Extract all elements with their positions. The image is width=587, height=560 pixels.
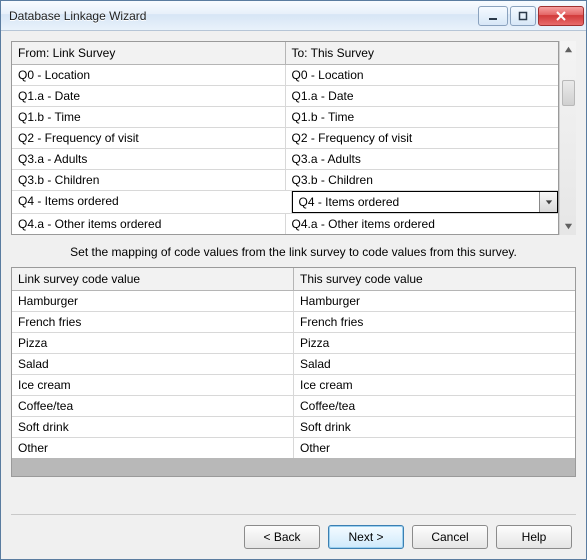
table-row[interactable]: Q3.a - AdultsQ3.a - Adults (12, 149, 558, 170)
next-button[interactable]: Next > (328, 525, 404, 549)
this-code-cell: Salad (294, 354, 575, 374)
table-row[interactable]: French friesFrench fries (12, 312, 575, 333)
divider (11, 514, 576, 515)
client-area: From: Link Survey To: This Survey Q0 - L… (1, 31, 586, 559)
table-header-row: Link survey code value This survey code … (12, 268, 575, 291)
table-row[interactable]: Coffee/teaCoffee/tea (12, 396, 575, 417)
combobox-value: Q4 - Items ordered (293, 195, 540, 209)
code-mapping-table: Link survey code value This survey code … (11, 267, 576, 477)
table-row[interactable]: SaladSalad (12, 354, 575, 375)
table-row[interactable]: PizzaPizza (12, 333, 575, 354)
from-cell: Q0 - Location (12, 65, 286, 85)
from-cell: Q2 - Frequency of visit (12, 128, 286, 148)
from-cell: Q4 - Items ordered (12, 191, 292, 213)
table-row[interactable]: OtherOther (12, 438, 575, 458)
table-header-row: From: Link Survey To: This Survey (12, 42, 558, 65)
from-cell: Q3.a - Adults (12, 149, 286, 169)
titlebar[interactable]: Database Linkage Wizard (1, 1, 586, 31)
code-mapping-body: HamburgerHamburgerFrench friesFrench fri… (12, 291, 575, 458)
from-cell: Q1.a - Date (12, 86, 286, 106)
to-cell: Q3.a - Adults (286, 149, 559, 169)
to-cell: Q3.b - Children (286, 170, 559, 190)
to-question-combobox[interactable]: Q4 - Items ordered (292, 191, 559, 213)
to-cell: Q4.a - Other items ordered (286, 214, 559, 234)
instruction-text: Set the mapping of code values from the … (11, 235, 576, 267)
to-header: To: This Survey (286, 42, 559, 64)
help-button[interactable]: Help (496, 525, 572, 549)
this-code-cell: Soft drink (294, 417, 575, 437)
link-code-cell: Coffee/tea (12, 396, 294, 416)
table-row[interactable]: Q1.a - DateQ1.a - Date (12, 86, 558, 107)
from-cell: Q3.b - Children (12, 170, 286, 190)
link-code-cell: Soft drink (12, 417, 294, 437)
link-code-cell: Other (12, 438, 294, 458)
from-cell: Q1.b - Time (12, 107, 286, 127)
table-footer-bar (12, 458, 575, 476)
cancel-button[interactable]: Cancel (412, 525, 488, 549)
question-mapping-table: From: Link Survey To: This Survey Q0 - L… (11, 41, 559, 235)
link-code-cell: Pizza (12, 333, 294, 353)
minimize-button[interactable] (478, 6, 508, 26)
table-row[interactable]: Q4.a - Other items orderedQ4.a - Other i… (12, 214, 558, 234)
wizard-button-bar: < Back Next > Cancel Help (11, 525, 576, 551)
to-cell: Q2 - Frequency of visit (286, 128, 559, 148)
table-row[interactable]: Q3.b - ChildrenQ3.b - Children (12, 170, 558, 191)
this-code-cell: Ice cream (294, 375, 575, 395)
window-buttons (478, 6, 584, 26)
to-cell: Q1.a - Date (286, 86, 559, 106)
scroll-thumb[interactable] (562, 80, 575, 106)
link-code-header: Link survey code value (12, 268, 294, 290)
this-code-cell: Pizza (294, 333, 575, 353)
link-code-cell: Hamburger (12, 291, 294, 311)
table-row[interactable]: Ice creamIce cream (12, 375, 575, 396)
link-code-cell: Ice cream (12, 375, 294, 395)
chevron-down-icon[interactable] (539, 192, 557, 212)
to-cell: Q0 - Location (286, 65, 559, 85)
table-row[interactable]: Soft drinkSoft drink (12, 417, 575, 438)
table-row[interactable]: Q1.b - TimeQ1.b - Time (12, 107, 558, 128)
question-mapping-body: Q0 - LocationQ0 - LocationQ1.a - DateQ1.… (12, 65, 558, 234)
scroll-up-icon[interactable] (562, 43, 575, 56)
to-cell: Q4 - Items ordered (292, 191, 559, 213)
this-code-cell: Coffee/tea (294, 396, 575, 416)
maximize-button[interactable] (510, 6, 536, 26)
window-frame: Database Linkage Wizard From: Link Surve… (0, 0, 587, 560)
this-code-header: This survey code value (294, 268, 575, 290)
close-button[interactable] (538, 6, 584, 26)
to-cell: Q1.b - Time (286, 107, 559, 127)
table-row[interactable]: Q2 - Frequency of visitQ2 - Frequency of… (12, 128, 558, 149)
question-mapping-area: From: Link Survey To: This Survey Q0 - L… (11, 41, 576, 235)
this-code-cell: Other (294, 438, 575, 458)
back-button[interactable]: < Back (244, 525, 320, 549)
link-code-cell: Salad (12, 354, 294, 374)
from-cell: Q4.a - Other items ordered (12, 214, 286, 234)
table-row[interactable]: Q0 - LocationQ0 - Location (12, 65, 558, 86)
from-header: From: Link Survey (12, 42, 286, 64)
vertical-scrollbar[interactable] (559, 41, 576, 235)
link-code-cell: French fries (12, 312, 294, 332)
table-row[interactable]: HamburgerHamburger (12, 291, 575, 312)
this-code-cell: Hamburger (294, 291, 575, 311)
table-row[interactable]: Q4 - Items orderedQ4 - Items ordered (12, 191, 558, 214)
this-code-cell: French fries (294, 312, 575, 332)
window-title: Database Linkage Wizard (9, 9, 478, 23)
scroll-down-icon[interactable] (562, 220, 575, 233)
